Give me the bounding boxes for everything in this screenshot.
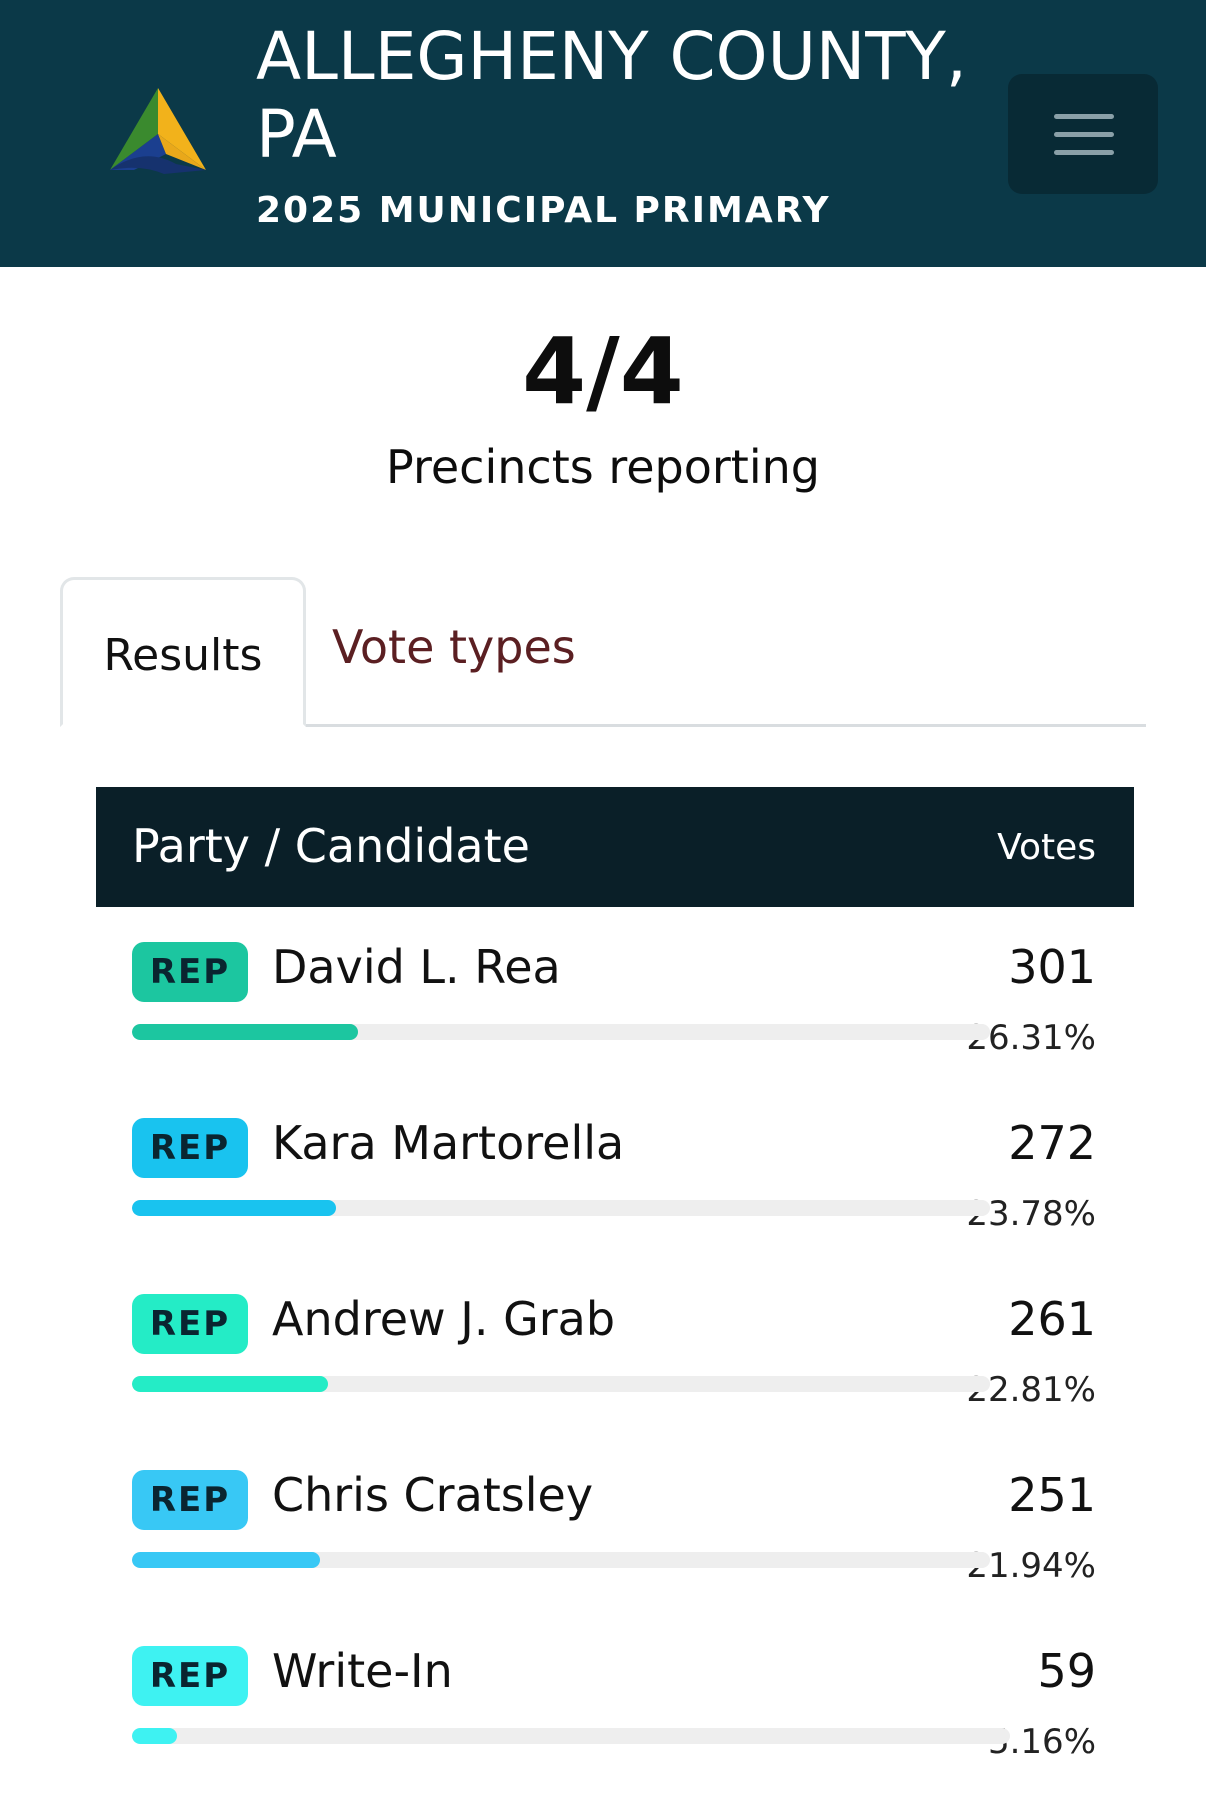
party-candidate-header: Party / Candidate: [132, 819, 530, 873]
candidate-name: David L. Rea: [272, 940, 561, 994]
vote-share-fill: [132, 1024, 358, 1040]
tab-vote-types[interactable]: Vote types: [332, 620, 576, 674]
candidate-name: Andrew J. Grab: [272, 1292, 616, 1346]
vote-count: 261: [1008, 1292, 1096, 1346]
vote-count: 59: [1037, 1644, 1096, 1698]
vote-share-bar: [132, 1552, 990, 1568]
menu-button[interactable]: [1008, 74, 1158, 194]
party-badge: REP: [132, 1118, 248, 1178]
vote-count: 272: [1008, 1116, 1096, 1170]
table-row: REP David L. Rea 301 26.31%: [96, 918, 1134, 1068]
candidate-name: Write-In: [272, 1644, 453, 1698]
candidate-name: Kara Martorella: [272, 1116, 625, 1170]
party-badge: REP: [132, 942, 248, 1002]
table-row: REP Write-In 59 5.16%: [96, 1622, 1134, 1772]
vote-share-fill: [132, 1552, 320, 1568]
vote-count: 301: [1008, 940, 1096, 994]
vote-share-fill: [132, 1376, 328, 1392]
vote-share-fill: [132, 1728, 177, 1744]
vote-share-bar: [132, 1728, 1010, 1744]
vote-share-bar: [132, 1024, 990, 1040]
allegheny-county-logo-icon: [110, 88, 206, 174]
site-header: ALLEGHENY COUNTY, PA 2025 MUNICIPAL PRIM…: [0, 0, 1206, 267]
precincts-label: Precincts reporting: [386, 440, 820, 494]
page-title: ALLEGHENY COUNTY, PA: [256, 18, 967, 173]
table-row: REP Andrew J. Grab 261 22.81%: [96, 1270, 1134, 1420]
hamburger-menu-icon-bottom: [1054, 150, 1114, 155]
party-badge: REP: [132, 1294, 248, 1354]
vote-share-bar: [132, 1200, 990, 1216]
precincts-count: 4/4: [522, 318, 684, 425]
table-row: REP Kara Martorella 272 23.78%: [96, 1094, 1134, 1244]
results-table-header: Party / Candidate Votes: [96, 787, 1134, 907]
election-subtitle: 2025 MUNICIPAL PRIMARY: [256, 190, 831, 231]
party-badge: REP: [132, 1646, 248, 1706]
tab-results-label: Results: [103, 630, 263, 681]
vote-count: 251: [1008, 1468, 1096, 1522]
vote-share-fill: [132, 1200, 336, 1216]
candidate-name: Chris Cratsley: [272, 1468, 594, 1522]
votes-header: Votes: [997, 827, 1096, 868]
party-badge: REP: [132, 1470, 248, 1530]
vote-share-bar: [132, 1376, 990, 1392]
tab-results[interactable]: Results: [60, 577, 306, 727]
table-row: REP Chris Cratsley 251 21.94%: [96, 1446, 1134, 1596]
hamburger-menu-icon: [1054, 114, 1114, 119]
hamburger-menu-icon-middle: [1054, 132, 1114, 137]
